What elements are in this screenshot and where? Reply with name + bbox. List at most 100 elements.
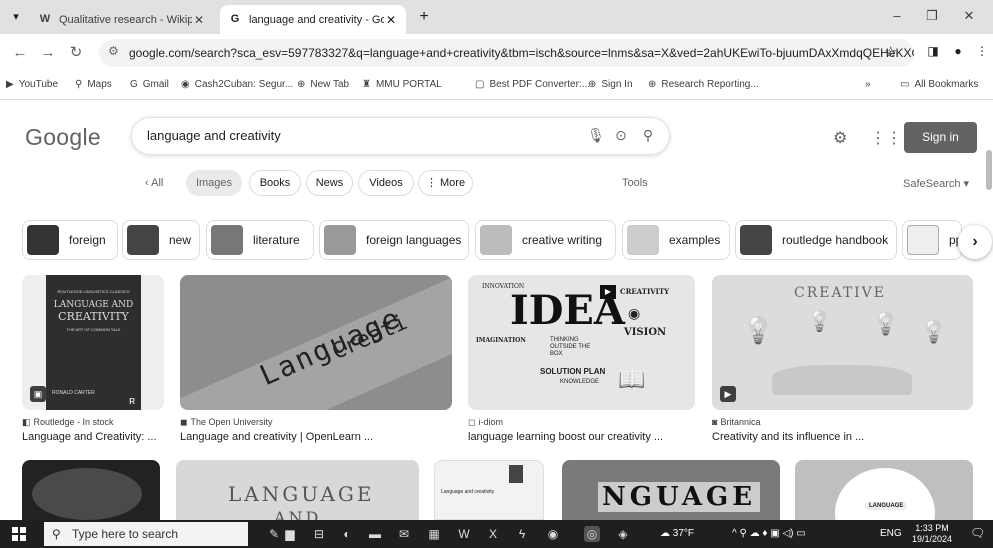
tab-news[interactable]: News: [306, 170, 353, 196]
close-tab-icon[interactable]: ✕: [384, 13, 398, 27]
weather-widget[interactable]: ☁ 37°F: [660, 528, 694, 539]
taskbar-search[interactable]: ⚲ Type here to search: [44, 522, 248, 546]
result-title[interactable]: language learning boost our creativity .…: [468, 431, 693, 443]
new-tab-icon[interactable]: +: [414, 8, 434, 26]
chrome-icon[interactable]: ◎: [584, 526, 600, 542]
tab-google-search[interactable]: G language and creativity - Goog ✕: [220, 5, 406, 34]
mail-icon[interactable]: ✉: [396, 526, 412, 542]
result-source[interactable]: ◻ i-diom: [468, 417, 503, 428]
result-title[interactable]: Creativity and its influence in ...: [712, 431, 972, 443]
result-source[interactable]: ◙ Britannica: [712, 417, 760, 427]
result-source[interactable]: ◼ The Open University: [180, 417, 273, 428]
result-image[interactable]: Language Creati: [180, 275, 452, 410]
art-thinking: THINKING OUTSIDE THE BOX: [550, 337, 591, 357]
address-bar[interactable]: google.com/search?sca_esv=597783327&q=la…: [99, 39, 914, 67]
windows-start-icon[interactable]: [12, 527, 26, 541]
side-panel-icon[interactable]: ◨: [924, 44, 942, 62]
tab-wikipedia[interactable]: W Qualitative research - Wikipedia ✕: [30, 5, 214, 34]
result-image[interactable]: LANGUAGE AND: [176, 460, 419, 520]
result-title[interactable]: Language and Creativity: ...: [22, 431, 167, 443]
open-book-shape: [772, 365, 912, 395]
pdf-icon: ▢: [475, 79, 485, 90]
result-image[interactable]: ROUTLEDGE LINGUISTICS CLASSICS LANGUAGE …: [22, 275, 164, 410]
lens-icon[interactable]: ⊙: [612, 127, 630, 144]
tab-books[interactable]: Books: [249, 170, 301, 196]
wikipedia-favicon-icon: W: [39, 12, 51, 25]
page-scrollbar[interactable]: [986, 150, 992, 190]
notifications-icon[interactable]: 🗨: [970, 526, 985, 540]
result-source[interactable]: ◧ Routledge - In stock: [22, 417, 114, 428]
word-icon[interactable]: W: [456, 526, 472, 542]
lightning-app-icon[interactable]: ϟ: [514, 526, 530, 542]
reload-icon[interactable]: ↻: [66, 43, 86, 63]
all-bookmarks[interactable]: ▭ All Bookmarks: [900, 79, 978, 90]
result-image[interactable]: INNOVATION IDEA ▶ CREATIVITY ◉ VISION IM…: [468, 275, 695, 410]
tab-search-icon[interactable]: ▾: [6, 7, 26, 27]
bookmark-cash2cuban[interactable]: ◉ Cash2Cuban: Segur...: [181, 79, 293, 90]
related-chip-foreign[interactable]: foreign: [22, 220, 118, 260]
sign-in-button[interactable]: Sign in: [904, 122, 977, 153]
menu-icon[interactable]: ⋮: [973, 44, 991, 62]
taskbar-app-icon[interactable]: ✎: [266, 526, 282, 542]
result-image[interactable]: Language and creativity: [434, 460, 544, 520]
google-logo[interactable]: Google: [25, 124, 101, 151]
bookmark-maps[interactable]: ⚲ Maps: [75, 79, 112, 90]
related-chip-new[interactable]: new: [122, 220, 200, 260]
excel-icon[interactable]: X: [485, 526, 501, 542]
tools-button[interactable]: Tools: [622, 177, 648, 189]
chevron-right-icon[interactable]: ›: [958, 225, 992, 259]
restore-icon[interactable]: ❐: [920, 8, 944, 24]
bookmark-youtube[interactable]: ▶ YouTube: [6, 79, 58, 90]
search-input[interactable]: language and creativity: [147, 128, 281, 143]
taskbar-app-icon[interactable]: ▆: [282, 526, 298, 542]
forward-icon[interactable]: →: [38, 43, 58, 63]
back-icon[interactable]: ←: [10, 43, 30, 63]
safesearch-button[interactable]: SafeSearch ▾: [903, 177, 969, 190]
taskbar-app-icon[interactable]: ◉: [545, 526, 561, 542]
edge-icon[interactable]: ◐: [339, 526, 355, 542]
microphone-icon[interactable]: 🎙: [587, 127, 605, 144]
tab-images[interactable]: Images: [186, 170, 242, 196]
icon-cluster-art: [32, 468, 142, 520]
search-icon[interactable]: ⚲: [639, 127, 657, 144]
bookmark-sign-in[interactable]: ⊕ Sign In: [588, 79, 633, 90]
result-image[interactable]: [22, 460, 160, 520]
bookmark-star-icon[interactable]: ☆: [884, 43, 897, 61]
minimize-icon[interactable]: –: [885, 8, 909, 23]
tray-icons[interactable]: ^ ⚲ ☁ ♦ ▣ ◁) ▭: [732, 528, 806, 539]
profile-icon[interactable]: ●: [949, 44, 967, 62]
related-chip-literature[interactable]: literature: [206, 220, 314, 260]
result-image[interactable]: CREATIVE 💡 💡 💡 💡 ▶: [712, 275, 973, 410]
bookmark-new-tab[interactable]: ⊕ New Tab: [297, 79, 349, 90]
result-image[interactable]: LANGUAGE: [795, 460, 973, 520]
result-title[interactable]: Language and creativity | OpenLearn ...: [180, 431, 450, 443]
publisher-mark: R: [129, 397, 135, 406]
settings-gear-icon[interactable]: ⚙: [833, 128, 847, 148]
result-image[interactable]: NGUAGE: [562, 460, 780, 520]
store-icon[interactable]: ▦: [426, 526, 442, 542]
site-info-icon[interactable]: ⚙: [108, 44, 119, 58]
clock[interactable]: 1:33 PM 19/1/2024: [912, 523, 952, 545]
search-box[interactable]: language and creativity 🎙 ⊙ ⚲: [131, 117, 670, 155]
language-indicator[interactable]: ENG: [880, 528, 902, 539]
related-chip-examples[interactable]: examples: [622, 220, 730, 260]
related-chip-foreign-languages[interactable]: foreign languages: [319, 220, 469, 260]
tab-videos[interactable]: Videos: [358, 170, 414, 196]
related-chip-routledge-handbook[interactable]: routledge handbook: [735, 220, 897, 260]
bookmark-pdf-converter[interactable]: ▢ Best PDF Converter:...: [475, 79, 590, 90]
taskbar-app-icon[interactable]: ▬: [367, 526, 383, 542]
tab-all[interactable]: ‹ All: [145, 177, 163, 189]
bookmark-mmu-portal[interactable]: ♜ MMU PORTAL: [362, 79, 442, 90]
close-window-icon[interactable]: ✕: [957, 8, 981, 24]
related-chip-creative-writing[interactable]: creative writing: [475, 220, 616, 260]
taskbar-app-icon[interactable]: ◈: [615, 526, 631, 542]
close-tab-icon[interactable]: ✕: [192, 13, 206, 27]
task-view-icon[interactable]: ⊟: [311, 526, 327, 542]
related-chip-pp[interactable]: pp: [902, 220, 962, 260]
tab-more[interactable]: ⋮ More: [418, 170, 473, 196]
book-title-line1: LANGUAGE AND: [53, 300, 134, 310]
bookmark-research-reporting[interactable]: ⊕ Research Reporting...: [648, 79, 759, 90]
bookmark-gmail[interactable]: G Gmail: [130, 79, 169, 90]
bookmarks-overflow-icon[interactable]: »: [865, 79, 871, 90]
apps-grid-icon[interactable]: ⋮⋮: [870, 128, 902, 148]
